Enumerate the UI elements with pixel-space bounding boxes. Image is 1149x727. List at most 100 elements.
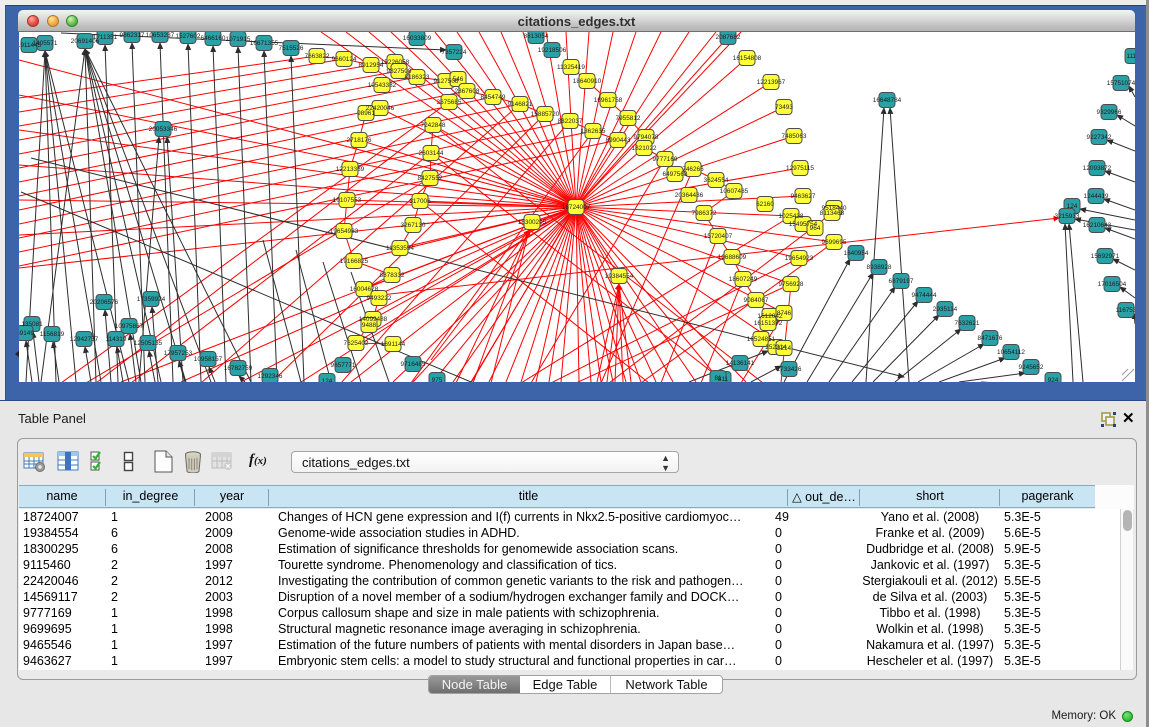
svg-text:19166825: 19166825 — [340, 258, 369, 265]
svg-text:6879197: 6879197 — [889, 278, 914, 285]
svg-text:8471676: 8471676 — [978, 335, 1003, 342]
svg-text:16782759: 16782759 — [224, 365, 253, 372]
svg-text:3624554: 3624554 — [704, 177, 729, 184]
svg-text:18640910: 18640910 — [573, 78, 602, 85]
svg-text:8186323: 8186323 — [405, 74, 430, 81]
svg-text:17957253: 17957253 — [164, 350, 193, 357]
svg-text:1071915: 1071915 — [226, 36, 251, 43]
svg-text:8813054: 8813054 — [524, 33, 549, 40]
svg-text:7242848: 7242848 — [421, 122, 446, 129]
svg-text:124: 124 — [322, 378, 333, 382]
svg-text:17016504: 17016504 — [1098, 281, 1127, 288]
svg-text:15751074: 15751074 — [1107, 80, 1135, 87]
svg-text:9699695: 9699695 — [822, 239, 847, 246]
svg-text:9862317: 9862317 — [120, 32, 145, 39]
svg-text:11325419: 11325419 — [557, 64, 585, 71]
svg-text:7955812: 7955812 — [616, 115, 641, 122]
svg-text:20364436: 20364436 — [675, 192, 704, 199]
svg-text:1156819: 1156819 — [40, 331, 65, 338]
svg-text:10975867: 10975867 — [115, 323, 144, 330]
svg-text:16648784: 16648784 — [873, 97, 902, 104]
svg-text:9463627: 9463627 — [791, 193, 816, 200]
svg-text:16524851: 16524851 — [747, 336, 776, 343]
svg-text:2603144: 2603144 — [419, 150, 444, 157]
svg-text:964: 964 — [810, 225, 821, 232]
svg-text:12975115: 12975115 — [786, 165, 814, 172]
svg-text:16154808: 16154808 — [733, 55, 762, 62]
svg-text:18724007: 18724007 — [562, 204, 591, 211]
svg-text:8938928: 8938928 — [867, 264, 892, 271]
svg-text:1362635: 1362635 — [581, 128, 606, 135]
svg-text:18300295: 18300295 — [518, 219, 547, 226]
svg-text:9493222: 9493222 — [367, 295, 392, 302]
svg-text:2935114: 2935114 — [933, 306, 958, 313]
svg-text:12213967: 12213967 — [757, 79, 786, 86]
svg-text:12942757: 12942757 — [70, 336, 99, 343]
svg-text:12505135: 12505135 — [134, 340, 163, 347]
svg-text:8454749: 8454749 — [481, 94, 506, 101]
svg-text:7515526: 7515526 — [279, 45, 304, 52]
svg-text:15692971: 15692971 — [1091, 253, 1120, 260]
svg-text:9227342: 9227342 — [1087, 134, 1112, 141]
svg-text:1733426: 1733426 — [777, 366, 802, 373]
svg-text:10653287: 10653287 — [146, 32, 175, 39]
svg-text:3267130: 3267130 — [401, 222, 426, 229]
svg-text:14136141: 14136141 — [726, 360, 755, 367]
svg-text:135081: 135081 — [21, 321, 43, 328]
svg-text:1025438: 1025438 — [779, 213, 804, 220]
svg-text:19218506: 19218506 — [538, 47, 567, 54]
svg-text:1711351: 1711351 — [93, 34, 118, 41]
svg-text:10958157: 10958157 — [194, 356, 223, 363]
svg-text:8878332: 8878332 — [380, 272, 405, 279]
svg-text:2718176: 2718176 — [347, 137, 372, 144]
svg-text:81: 81 — [714, 375, 722, 382]
svg-text:7986372: 7986372 — [692, 210, 717, 217]
svg-text:6466160: 6466160 — [201, 35, 226, 42]
svg-text:746266: 746266 — [682, 166, 704, 173]
svg-text:8746: 8746 — [777, 310, 792, 317]
svg-text:3215933: 3215933 — [1055, 213, 1080, 220]
svg-text:39149: 39149 — [19, 330, 34, 337]
svg-text:73493: 73493 — [775, 104, 793, 111]
svg-text:7663822: 7663822 — [305, 53, 330, 60]
svg-text:12213369: 12213369 — [336, 166, 365, 173]
svg-text:9660124: 9660124 — [332, 56, 357, 63]
svg-text:7485063: 7485063 — [782, 133, 807, 140]
svg-text:11353594: 11353594 — [386, 245, 414, 252]
svg-text:1292346: 1292346 — [258, 373, 283, 380]
svg-text:3214: 3214 — [777, 345, 792, 352]
svg-text:546: 546 — [453, 76, 464, 83]
svg-text:12093872: 12093872 — [1083, 165, 1112, 172]
svg-text:9716485: 9716485 — [401, 361, 426, 368]
svg-text:924: 924 — [1048, 377, 1059, 382]
svg-text:16961758: 16961758 — [594, 97, 623, 104]
svg-text:1691144: 1691144 — [381, 341, 406, 348]
svg-text:98961: 98961 — [357, 110, 375, 117]
svg-text:9329966: 9329966 — [1097, 109, 1122, 116]
svg-text:9084067: 9084067 — [744, 297, 769, 304]
svg-text:114319: 114319 — [106, 336, 127, 343]
svg-text:15226058: 15226058 — [381, 59, 410, 66]
svg-text:17359924: 17359924 — [137, 296, 166, 303]
svg-text:116753: 116753 — [1116, 307, 1135, 314]
svg-text:10543382: 10543382 — [368, 82, 397, 89]
svg-text:3675685: 3675685 — [437, 99, 462, 106]
svg-text:8322037: 8322037 — [558, 118, 583, 125]
svg-text:15885720: 15885720 — [531, 111, 560, 118]
svg-text:1117: 1117 — [1126, 53, 1135, 60]
svg-text:62160: 62160 — [756, 201, 774, 208]
svg-text:8113468: 8113468 — [820, 210, 845, 217]
svg-text:9657771: 9657771 — [331, 362, 356, 369]
svg-text:18607249: 18607249 — [729, 276, 758, 283]
svg-text:1405571: 1405571 — [33, 40, 58, 47]
svg-text:1244419: 1244419 — [1084, 193, 1109, 200]
svg-text:15720407: 15720407 — [704, 233, 733, 240]
svg-text:9756928: 9756928 — [779, 281, 804, 288]
svg-text:9474444: 9474444 — [912, 292, 937, 299]
svg-text:9794078: 9794078 — [634, 134, 659, 141]
svg-text:20053346: 20053346 — [149, 126, 178, 133]
svg-text:10607485: 10607485 — [720, 188, 749, 195]
svg-text:317006: 317006 — [409, 198, 431, 205]
svg-text:9245652: 9245652 — [1019, 364, 1044, 371]
svg-text:8427552: 8427552 — [418, 175, 443, 182]
